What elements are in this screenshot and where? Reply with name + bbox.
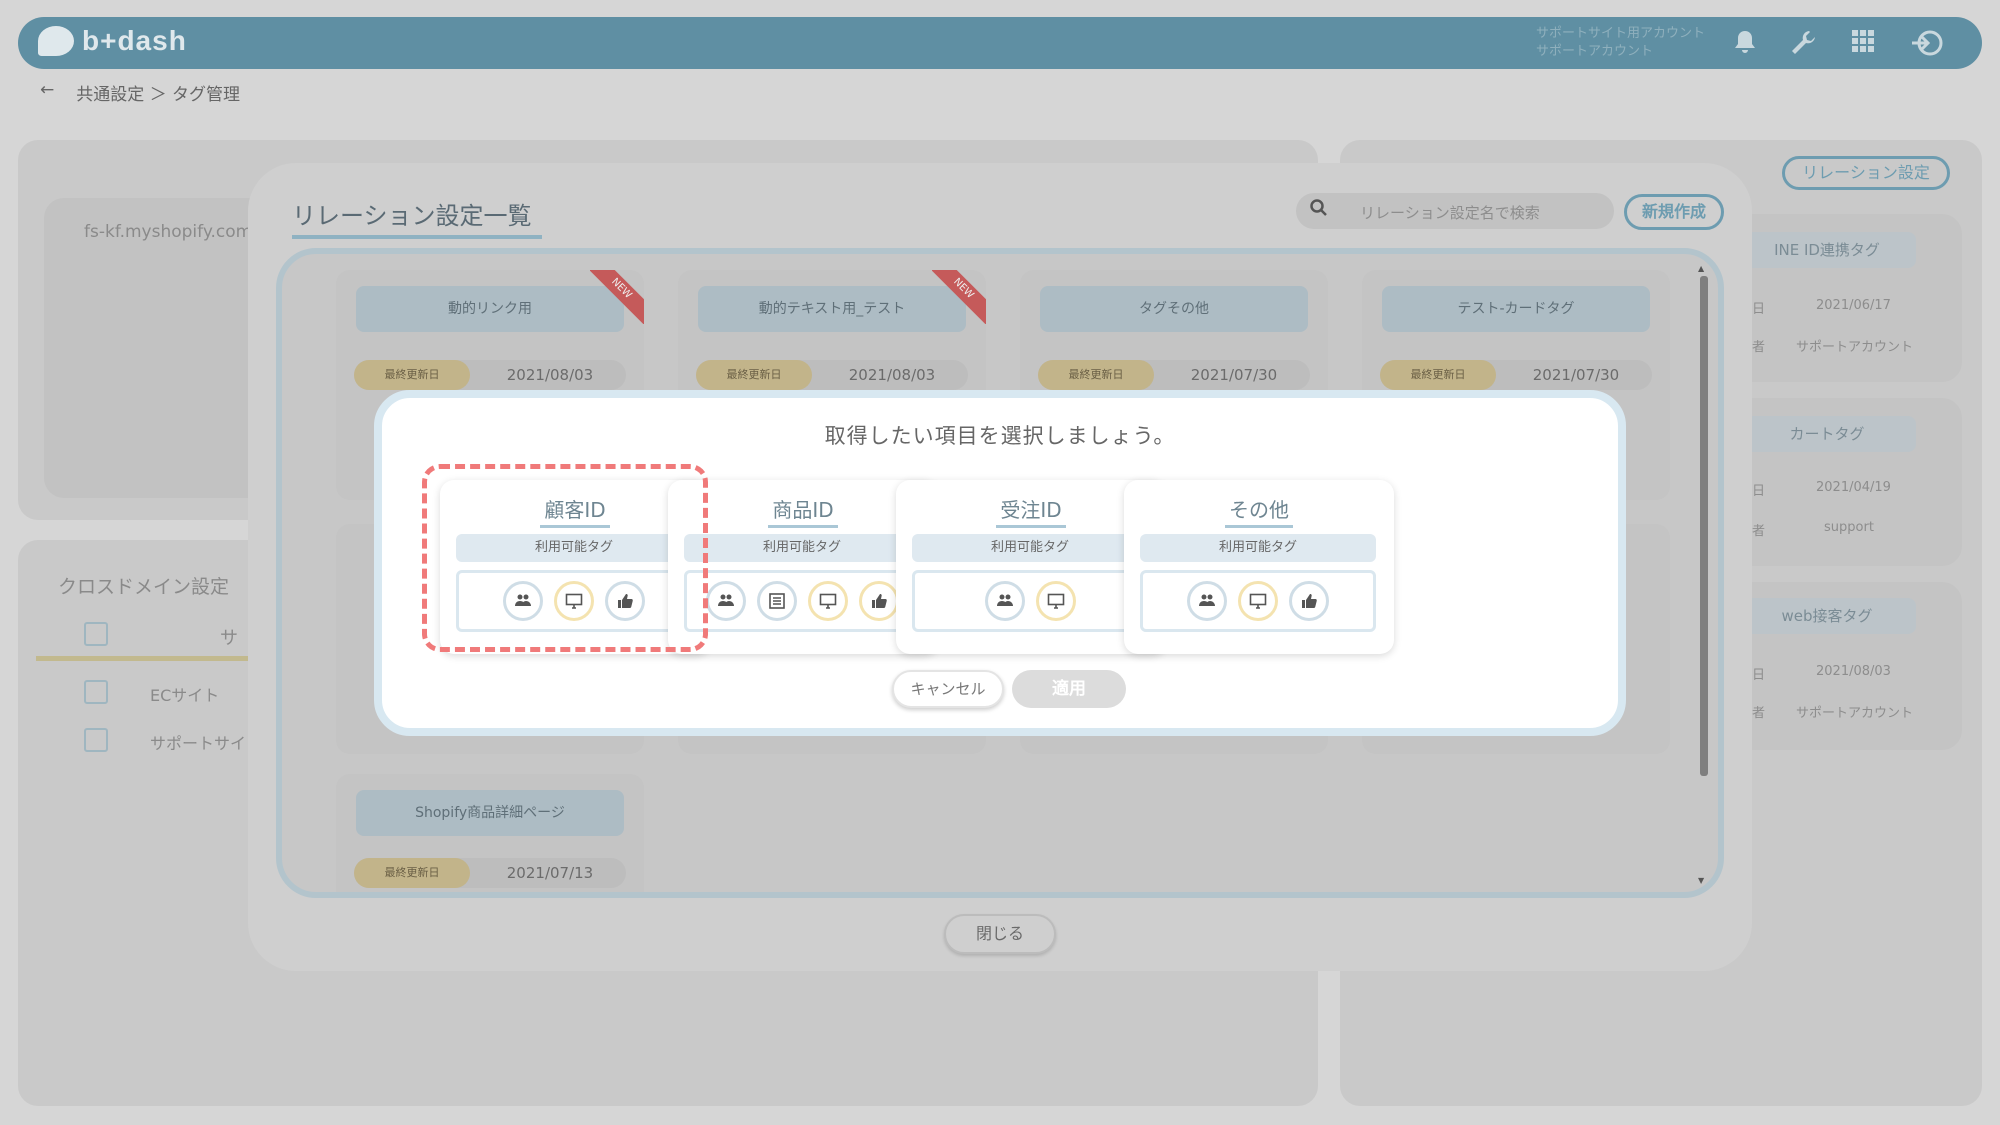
app-header: b+dash サポートサイト用アカウント サポートアカウント [18, 17, 1982, 69]
bg-checkbox-all[interactable] [84, 622, 108, 646]
relation-card-title: 動的テキスト用_テスト [698, 286, 966, 332]
close-button[interactable]: 閉じる [944, 914, 1056, 954]
breadcrumb: ← 共通設定 ＞ タグ管理 [40, 80, 240, 105]
date-label: 最終更新日 [696, 360, 812, 390]
thumbs-up-icon [1289, 581, 1329, 621]
bg-tag-card-date-label: 日 [1752, 484, 1766, 499]
bg-cross-domain-title: クロスドメイン設定 [58, 576, 230, 598]
monitor-icon [1035, 581, 1076, 621]
selected-option-highlight [422, 464, 708, 652]
list-scrollbar[interactable]: ▲ ▼ [1698, 264, 1708, 888]
scroll-down-icon[interactable]: ▼ [1698, 876, 1704, 885]
date-value: 2021/07/30 [1532, 366, 1620, 384]
bg-tag-card-owner: support [1824, 520, 1874, 535]
bg-checkbox-row[interactable] [84, 680, 108, 704]
bg-divider [36, 656, 248, 661]
logo-mark-icon [38, 26, 74, 56]
date-value: 2021/07/30 [1190, 366, 1278, 384]
new-badge: NEW [590, 270, 644, 324]
bg-tag-card-date: 2021/06/17 [1816, 298, 1891, 313]
wrench-icon[interactable] [1788, 29, 1818, 59]
cancel-button[interactable]: キャンセル [892, 670, 1004, 708]
bg-row-label: ECサイト [150, 686, 220, 705]
option-other[interactable]: その他 利用可能タグ [1124, 480, 1394, 654]
bg-site-url: fs-kf.myshopify.com [84, 222, 253, 242]
bg-tag-card-owner-label: 者 [1752, 340, 1766, 355]
bg-tag-card-date-label: 日 [1752, 668, 1766, 683]
relation-setting-button[interactable]: リレーション設定 [1782, 156, 1950, 190]
bg-tag-card-owner-label: 者 [1752, 524, 1766, 539]
brand-name: b+dash [82, 25, 187, 56]
apply-button[interactable]: 適用 [1012, 670, 1126, 708]
list-icon [756, 581, 797, 621]
bg-tag-card-title: カートタグ [1738, 416, 1916, 452]
back-arrow-icon[interactable]: ← [40, 80, 54, 105]
relation-card-title: タグその他 [1040, 286, 1308, 332]
available-tags-label: 利用可能タグ [684, 534, 920, 562]
search-placeholder: リレーション設定名で検索 [1360, 204, 1540, 222]
bg-tag-card-owner: サポートアカウント [1796, 706, 1914, 721]
relation-card-date: 最終更新日 2021/07/30 [1038, 360, 1310, 390]
dialog-title: 取得したい項目を選択しましょう。 [824, 424, 1176, 448]
available-tags-icons [912, 570, 1148, 632]
bg-tag-card-date-label: 日 [1752, 302, 1766, 317]
scroll-up-icon[interactable]: ▲ [1698, 264, 1704, 273]
date-value: 2021/07/13 [506, 864, 594, 882]
scroll-thumb[interactable] [1700, 276, 1708, 776]
relation-card-date: 最終更新日 2021/07/13 [354, 858, 626, 888]
bg-tag-card-owner-label: 者 [1752, 706, 1766, 721]
date-label: 最終更新日 [354, 858, 470, 888]
relation-card-date: 最終更新日 2021/08/03 [696, 360, 968, 390]
breadcrumb-path: 共通設定 ＞ タグ管理 [76, 85, 241, 105]
new-badge: NEW [932, 270, 986, 324]
option-title: その他 [1124, 494, 1394, 528]
bg-col-header: サ [220, 628, 238, 649]
search-icon [1310, 199, 1328, 222]
available-tags-icons [1140, 570, 1376, 632]
users-icon [705, 581, 746, 621]
available-tags-icons [684, 570, 920, 632]
users-icon [984, 581, 1025, 621]
monitor-icon [807, 581, 848, 621]
relation-card[interactable]: Shopify商品詳細ページ 最終更新日 2021/07/13 [336, 774, 644, 892]
bg-checkbox-row[interactable] [84, 728, 108, 752]
bg-tag-card-title: INE ID連携タグ [1738, 232, 1916, 268]
bg-tag-card-owner: サポートアカウント [1796, 340, 1914, 355]
date-value: 2021/08/03 [848, 366, 936, 384]
logout-icon[interactable] [1908, 29, 1946, 59]
relation-card-title: 動的リンク用 [356, 286, 624, 332]
brand-logo[interactable]: b+dash [38, 25, 187, 57]
date-label: 最終更新日 [1380, 360, 1496, 390]
bg-tag-card-date: 2021/04/19 [1816, 480, 1891, 495]
available-tags-label: 利用可能タグ [912, 534, 1148, 562]
bell-icon[interactable] [1730, 29, 1760, 59]
relation-card-date: 最終更新日 2021/08/03 [354, 360, 626, 390]
relation-list-title: リレーション設定一覧 [292, 196, 542, 239]
relation-card-title: テスト-カードタグ [1382, 286, 1650, 332]
new-relation-button[interactable]: 新規作成 [1624, 194, 1724, 230]
monitor-icon [1238, 581, 1278, 621]
bg-row-label: サポートサイ [150, 734, 247, 753]
users-icon [1187, 581, 1227, 621]
date-label: 最終更新日 [354, 360, 470, 390]
relation-card-title: Shopify商品詳細ページ [356, 790, 624, 836]
account-info: サポートサイト用アカウント サポートアカウント [1536, 25, 1705, 61]
grid-icon[interactable] [1848, 29, 1878, 59]
date-value: 2021/08/03 [506, 366, 594, 384]
available-tags-label: 利用可能タグ [1140, 534, 1376, 562]
date-label: 最終更新日 [1038, 360, 1154, 390]
thumbs-up-icon [858, 581, 899, 621]
account-site: サポートサイト用アカウント [1536, 26, 1706, 41]
account-name: サポートアカウント [1536, 44, 1654, 59]
bg-tag-card-title: web接客タグ [1738, 598, 1916, 634]
bg-tag-card-date: 2021/08/03 [1816, 664, 1891, 679]
relation-search-input[interactable]: リレーション設定名で検索 [1296, 193, 1614, 229]
relation-card-date: 最終更新日 2021/07/30 [1380, 360, 1652, 390]
